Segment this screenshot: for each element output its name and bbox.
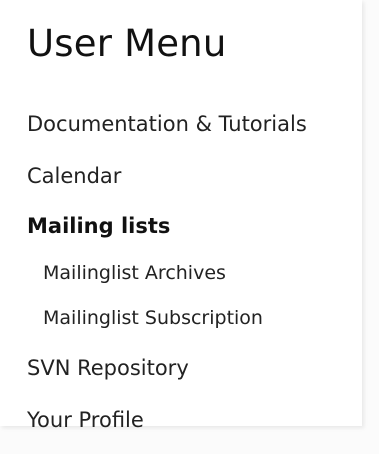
menu-item-documentation-tutorials[interactable]: Documentation & Tutorials (27, 112, 307, 136)
menu-section-mailing-lists[interactable]: Mailing lists (27, 214, 170, 238)
menu-item-mailinglist-subscription[interactable]: Mailinglist Subscription (43, 306, 263, 330)
user-menu-panel: User Menu Documentation & Tutorials Cale… (0, 0, 362, 432)
user-menu-list: Documentation & Tutorials Calendar Maili… (0, 0, 362, 432)
menu-item-your-profile[interactable]: Your Profile (27, 408, 144, 432)
menu-item-svn-repository[interactable]: SVN Repository (27, 356, 189, 380)
menu-item-calendar[interactable]: Calendar (27, 164, 121, 188)
menu-item-mailinglist-archives[interactable]: Mailinglist Archives (43, 261, 226, 285)
